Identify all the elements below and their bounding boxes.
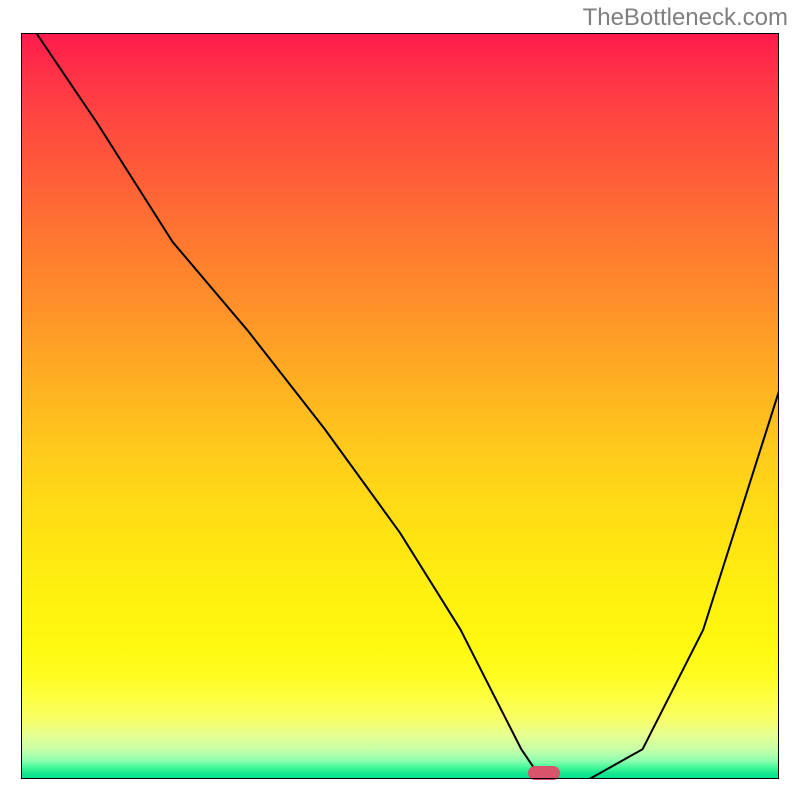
chart-container: TheBottleneck.com	[0, 0, 800, 800]
optimal-marker	[528, 766, 560, 780]
bottleneck-curve	[36, 33, 779, 779]
curve-layer	[21, 33, 779, 779]
watermark-text: TheBottleneck.com	[583, 4, 788, 32]
